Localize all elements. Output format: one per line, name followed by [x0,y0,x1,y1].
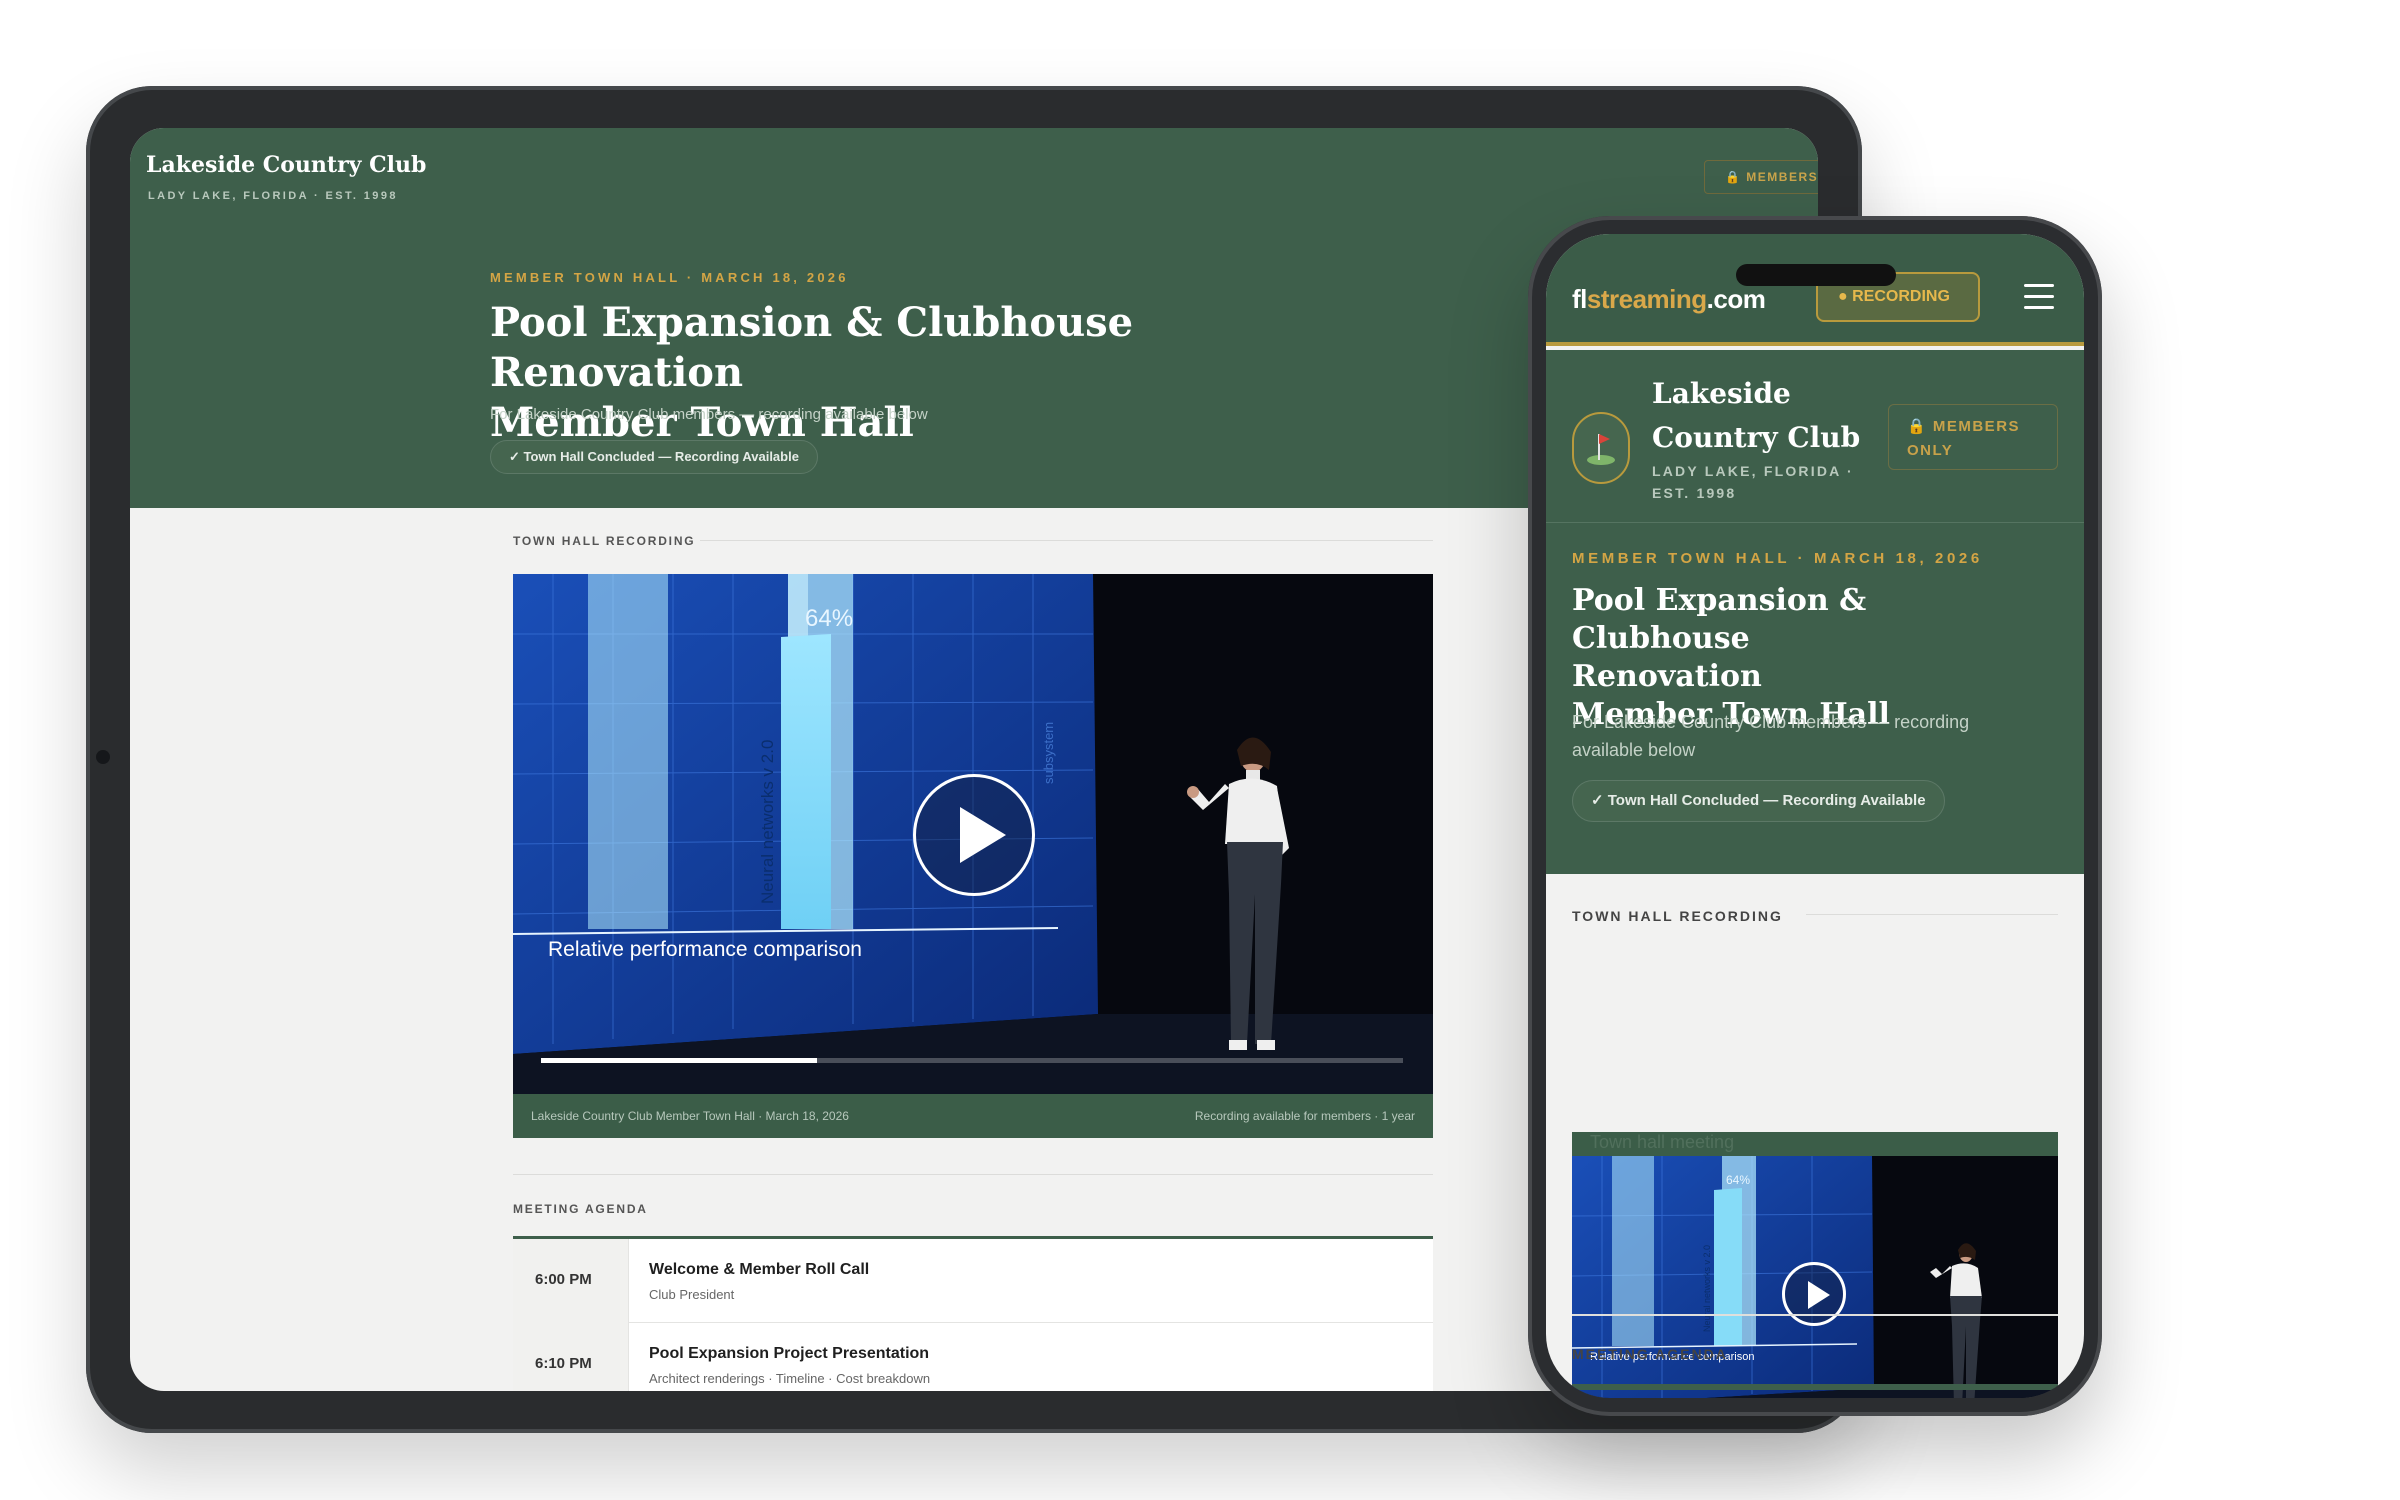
play-icon [1808,1281,1830,1309]
members-only-label: MEMBERS ONLY [1907,418,2021,459]
event-subtitle: For Lakeside Country Club members — reco… [490,406,928,423]
agenda-item-detail: Architect renderings · Timeline · Cost b… [649,1371,931,1386]
slide-axis-label: Neural networks v 2.0 [1702,1245,1712,1332]
site-logo[interactable]: flstreaming.com [1572,284,1766,315]
video-player[interactable]: 64% Neural networks v 2.0 subsystem Rela… [513,574,1433,1094]
members-badge[interactable]: 🔒 MEMBERS [1704,160,1818,194]
page-title-line1: Pool Expansion & Clubhouse [1572,583,1867,656]
hero-divider [1546,522,2084,523]
slide-title: Relative performance comparison [548,938,862,961]
agenda-item-detail: Club President [649,1287,735,1302]
video-player[interactable]: 64% Neural networks v 2.0 Relative perfo… [1572,1156,2058,1398]
tablet-camera [96,750,110,764]
play-button[interactable] [1782,1262,1846,1326]
page-title-line1: Pool Expansion & Clubhouse Renovation [490,299,1134,396]
agenda-divider [513,1174,1433,1175]
phone-hero: Lakeside Country Club LADY LAKE, FLORIDA… [1546,350,2084,874]
logo-suffix: .com [1706,284,1766,314]
club-location: LADY LAKE, FLORIDA · EST. 1998 [1652,463,1854,501]
slide-title: Relative performance comparison [1590,1351,1754,1363]
play-icon [960,807,1006,863]
event-eyebrow: MEMBER TOWN HALL · MARCH 18, 2026 [490,270,849,285]
members-badge-label: MEMBERS [1746,170,1818,184]
event-subtitle: For Lakeside Country Club members — reco… [1572,712,1970,760]
club-seal-icon [1572,412,1630,484]
status-pill: ✓ Town Hall Concluded — Recording Availa… [1572,780,1945,822]
logo-prefix: fl [1572,284,1587,314]
progress-fill [541,1058,817,1063]
play-button[interactable] [913,774,1035,896]
agenda-item-title: Welcome & Member Roll Call [649,1261,870,1278]
slide-side-label: subsystem [1041,722,1056,784]
status-pill: ✓ Town Hall Concluded — Recording Availa… [490,440,818,474]
slide-axis-label: Neural networks v 2.0 [758,740,777,904]
agenda-row: 6:00 PM Welcome & Member Roll Call Club … [513,1239,1433,1323]
section-divider [1806,914,2058,915]
page-title: Pool Expansion & Clubhouse Renovation Me… [490,298,1310,448]
club-name: Lakeside Country Club [1652,377,1861,454]
recording-section-label: TOWN HALL RECORDING [1572,908,1783,924]
agenda-table: 6:00 PM Welcome & Member Roll Call Club … [513,1236,1433,1391]
event-eyebrow: MEMBER TOWN HALL · MARCH 18, 2026 [1572,550,1983,567]
agenda-time: 6:00 PM [513,1239,629,1323]
club-location: LADY LAKE, FLORIDA · EST. 1998 [148,190,398,202]
broken-image-alt: Town hall meeting [1572,1132,2058,1156]
golf-flag-icon [1587,434,1615,465]
slide-value-label: 64% [805,605,853,632]
agenda-section-label: MEETING AGENDA [513,1202,648,1216]
phone-notch [1736,264,1896,286]
video-caption-bar: Lakeside Country Club Member Town Hall ·… [513,1094,1433,1138]
video-caption: Lakeside Country Club Member Town Hall ·… [531,1109,849,1123]
slide-value-label: 64% [1726,1173,1750,1187]
recording-section-label: TOWN HALL RECORDING [513,534,696,548]
phone-device: flstreaming.com ● RECORDING Lakeside Cou… [1528,216,2102,1416]
phone-screen: flstreaming.com ● RECORDING Lakeside Cou… [1546,234,2084,1398]
agenda-row: 6:10 PM Pool Expansion Project Presentat… [513,1323,1433,1391]
page-title-line2: Renovation [1572,659,1762,694]
phone-navbar: flstreaming.com ● RECORDING [1546,234,2084,346]
hamburger-icon[interactable] [2024,284,2054,310]
members-only-badge[interactable]: 🔒 MEMBERS ONLY [1888,404,2058,470]
agenda-item-title: Pool Expansion Project Presentation [649,1345,930,1362]
video-availability: Recording available for members · 1 year [1194,1109,1415,1123]
logo-middle: streaming [1586,284,1707,314]
section-divider [700,540,1433,541]
agenda-time: 6:10 PM [513,1323,629,1391]
club-name: Lakeside Country Club [146,152,427,178]
progress-bar[interactable] [541,1058,1403,1063]
